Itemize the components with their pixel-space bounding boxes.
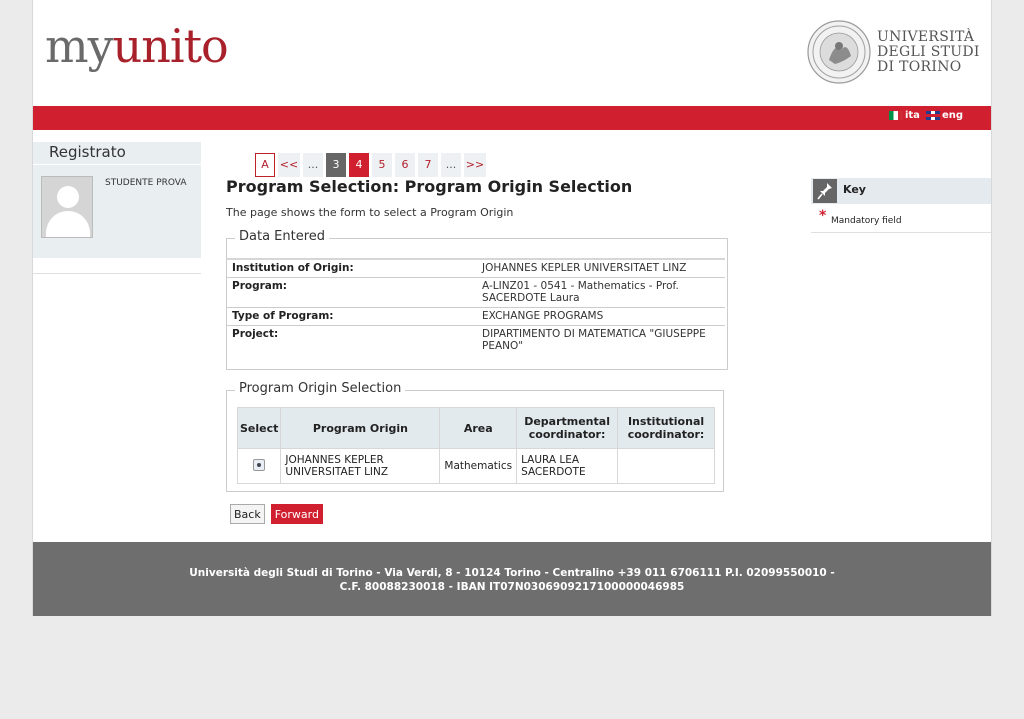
pager-item-7[interactable]: 7 xyxy=(418,153,438,177)
forward-button[interactable]: Forward xyxy=(270,504,323,524)
university-logo[interactable]: UNIVERSITÀ DEGLI STUDI DI TORINO xyxy=(807,20,987,86)
sidebar-title: Registrato xyxy=(33,142,201,165)
col-inst-coordinator: Institutional coordinator: xyxy=(617,407,715,449)
page-intro: The page shows the form to select a Prog… xyxy=(226,206,514,219)
form-buttons: Back Forward xyxy=(230,504,323,524)
key-header: Key xyxy=(811,178,991,204)
footer-line-2: C.F. 80088230018 - IBAN IT07N03069092171… xyxy=(339,581,685,593)
page-title: Program Selection: Program Origin Select… xyxy=(226,177,633,196)
pager-item-6[interactable]: 6 xyxy=(395,153,415,177)
step-pager: A <<... 3 4 5 6 7... >> xyxy=(255,153,486,177)
user-name: STUDENTE PROVA xyxy=(105,178,187,188)
table-header-row: Select Program Origin Area Departmental … xyxy=(236,407,715,449)
dept-coordinator-cell: LAURA LEA SACERDOTE xyxy=(516,448,619,484)
inst-coordinator-cell xyxy=(617,448,715,484)
col-select: Select xyxy=(236,407,282,449)
sidebar-divider xyxy=(33,273,201,274)
program-origin-legend: Program Origin Selection xyxy=(235,381,406,396)
pager-item-4[interactable]: 4 xyxy=(349,153,369,177)
back-button[interactable]: Back xyxy=(230,504,265,524)
pager-item-0[interactable]: A xyxy=(255,153,275,177)
header: myunito UNIVERSITÀ DEGLI STUDI DI TORINO xyxy=(33,0,991,106)
avatar-icon xyxy=(41,176,93,238)
lang-eng-link[interactable]: eng xyxy=(925,110,963,121)
select-cell xyxy=(236,448,282,484)
data-entered-legend: Data Entered xyxy=(235,229,330,244)
table-row: Type of Program: EXCHANGE PROGRAMS xyxy=(227,308,725,326)
table-row: Institution of Origin: JOHANNES KEPLER UN… xyxy=(227,260,725,278)
language-switcher: ita eng xyxy=(888,110,963,121)
table-row: JOHANNES KEPLER UNIVERSITAET LINZ Mathem… xyxy=(236,448,715,484)
mandatory-label: Mandatory field xyxy=(831,216,902,226)
col-dept-coordinator: Departmental coordinator: xyxy=(516,407,619,449)
italian-flag-icon xyxy=(888,110,903,120)
main-content: Program Selection: Program Origin Select… xyxy=(226,176,746,524)
key-panel: Key * Mandatory field xyxy=(811,178,991,233)
pager-item-9[interactable]: >> xyxy=(464,153,486,177)
col-program-origin: Program Origin xyxy=(280,407,441,449)
top-red-bar: ita eng xyxy=(33,106,991,130)
uk-flag-icon xyxy=(925,110,940,120)
program-origin-cell: JOHANNES KEPLER UNIVERSITAET LINZ xyxy=(280,448,441,484)
data-entered-fieldset: Data Entered Institution of Origin: JOHAN… xyxy=(226,229,728,370)
program-origin-fieldset: Program Origin Selection Select Program … xyxy=(226,381,724,492)
table-row: Program: A-LINZ01 - 0541 - Mathematics - … xyxy=(227,278,725,308)
col-area: Area xyxy=(439,407,518,449)
page-container: myunito UNIVERSITÀ DEGLI STUDI DI TORINO… xyxy=(32,0,992,616)
university-seal-icon xyxy=(807,20,871,84)
key-title: Key xyxy=(843,183,866,196)
pager-item-8[interactable]: ... xyxy=(441,153,461,177)
mandatory-star-icon: * xyxy=(819,208,827,224)
footer-line-1: Università degli Studi di Torino - Via V… xyxy=(189,567,835,579)
program-origin-table: Select Program Origin Area Departmental … xyxy=(236,407,715,484)
lang-ita-link[interactable]: ita xyxy=(888,110,920,121)
pager-item-3[interactable]: 3 xyxy=(326,153,346,177)
pin-icon xyxy=(813,179,837,203)
footer: Università degli Studi di Torino - Via V… xyxy=(33,542,991,616)
user-sidebar: Registrato STUDENTE PROVA xyxy=(33,142,201,258)
myunito-logo[interactable]: myunito xyxy=(45,18,229,74)
data-entered-table: Institution of Origin: JOHANNES KEPLER UN… xyxy=(227,258,725,355)
pager-item-1[interactable]: << xyxy=(278,153,300,177)
pager-item-5[interactable]: 5 xyxy=(372,153,392,177)
program-origin-radio[interactable] xyxy=(253,458,266,471)
university-name: UNIVERSITÀ DEGLI STUDI DI TORINO xyxy=(877,29,980,75)
key-row-mandatory: * Mandatory field xyxy=(811,204,991,233)
area-cell: Mathematics xyxy=(439,448,518,484)
table-row: Project: DIPARTIMENTO DI MATEMATICA "GIUS… xyxy=(232,328,706,352)
pager-item-2[interactable]: ... xyxy=(303,153,323,177)
